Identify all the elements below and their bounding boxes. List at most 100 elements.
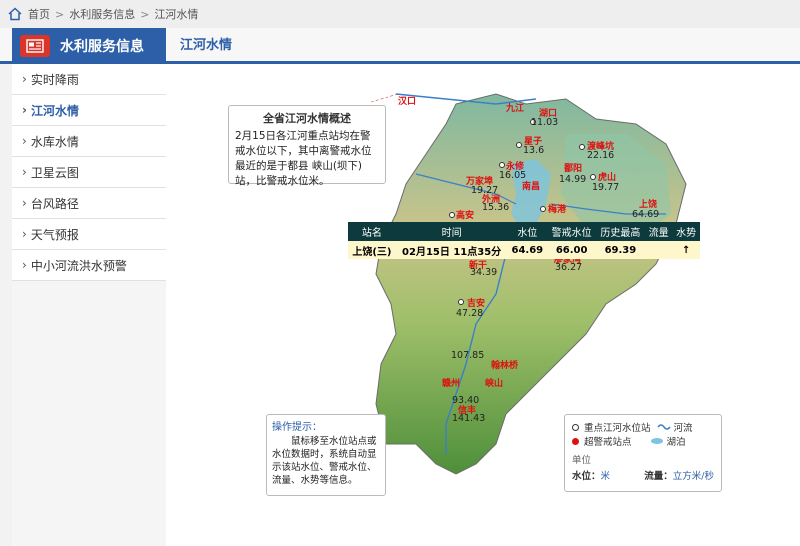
station-marker[interactable] — [579, 144, 585, 150]
map-label-ganzhou[interactable]: 赣州 — [442, 376, 460, 389]
map-panel: 汉口 九江 湖口 11.03 星子 13.6 渡峰坑 22.16 永修 16.0… — [166, 64, 800, 546]
sidebar-item-typhoon[interactable]: › 台风路径 — [12, 188, 166, 219]
legend-units: 水位：米 流量：立方米/秒 — [572, 468, 714, 482]
station-data-table: 站名 时间 水位 警戒水位 历史最高 流量 水势 上饶(三) 02月15日 11… — [348, 222, 700, 259]
sidebar-item-river-levels[interactable]: › 江河水情 — [12, 95, 166, 126]
chevron-right-icon: › — [22, 165, 27, 179]
map-label-hankou: 汉口 — [398, 97, 417, 107]
map-value-dushui[interactable]: 22.16 — [587, 150, 614, 161]
sidebar-item-satellite[interactable]: › 卫星云图 — [12, 157, 166, 188]
section-title: 水利服务信息 — [60, 39, 144, 55]
map-label-fenggang[interactable]: 翰林桥 — [491, 358, 518, 371]
table-row: 上饶(三) 02月15日 11点35分 64.69 66.00 69.39 ↑ — [348, 241, 700, 259]
summary-text: 2月15日各江河重点站均在警戒水位以下，其中离警戒水位最近的是于都县 峡山(坝下… — [235, 130, 372, 187]
page-title: 江河水情 — [180, 38, 233, 53]
station-marker[interactable] — [458, 299, 464, 305]
newspaper-icon — [20, 35, 50, 57]
legend-key-station: 重点江河水位站 — [584, 423, 651, 434]
breadcrumb-separator: > — [55, 7, 65, 21]
map-label-xiashan[interactable]: 峡山 — [485, 376, 503, 389]
breadcrumb-home-link[interactable]: 首页 — [28, 6, 50, 22]
legend-flow-unit: 流量：立方米/秒 — [644, 468, 714, 482]
river-icon — [656, 424, 671, 430]
home-icon[interactable] — [8, 7, 22, 21]
station-marker[interactable] — [540, 206, 546, 212]
legend-river: 河流 — [673, 423, 693, 434]
map-value-xiajiang[interactable]: 34.39 — [470, 267, 497, 278]
chevron-right-icon: › — [22, 72, 27, 86]
legend-alarm-station: 超警戒站点 — [584, 437, 632, 448]
map-label-nanchang[interactable]: 南昌 — [522, 179, 540, 192]
sidebar-item-label: 水库水情 — [30, 134, 79, 149]
legend-unit-title: 单位 — [572, 455, 592, 466]
sidebar-item-flood-warning[interactable]: › 中小河流洪水预警 — [12, 250, 166, 281]
sidebar-item-weather[interactable]: › 天气预报 — [12, 219, 166, 250]
legend-row: 超警戒站点 湖泊 — [572, 434, 714, 448]
map-label-meigang[interactable]: 梅港 — [548, 202, 566, 215]
province-boundary-line — [370, 93, 399, 103]
legend-flow-value: 立方米/秒 — [672, 471, 714, 482]
sidebar-item-label: 台风路径 — [30, 196, 79, 211]
table-header-cell: 水位 — [507, 222, 548, 241]
table-cell: 69.39 — [596, 241, 645, 259]
map-value-waizhou[interactable]: 15.36 — [482, 202, 509, 213]
map-label-gao-an[interactable]: 高安 — [456, 208, 474, 221]
summary-title: 全省江河水情概述 — [263, 112, 351, 125]
map-value-poyang[interactable]: 14.99 — [559, 174, 586, 185]
table-header-row: 站名 时间 水位 警戒水位 历史最高 流量 水势 — [348, 222, 700, 241]
section-header: 水利服务信息 江河水情 — [0, 28, 800, 64]
sidebar: › 实时降雨 › 江河水情 › 水库水情 › 卫星云图 › 台风路径 › 天气预报 › 中小河… — [12, 64, 166, 546]
table-cell: 66.00 — [547, 241, 597, 259]
legend-lake: 湖泊 — [666, 437, 686, 448]
sidebar-item-rainfall[interactable]: › 实时降雨 — [12, 64, 166, 95]
breadcrumb: 首页 > 水利服务信息 > 江河水情 — [0, 0, 800, 28]
sidebar-item-label: 江河水情 — [30, 103, 79, 118]
legend-level-value: 米 — [600, 471, 611, 482]
map-value-ji-an[interactable]: 47.28 — [456, 308, 483, 319]
operation-hint-panel: 操作提示： 鼠标移至水位站点或水位数据时，系统自动显示该站水位、警戒水位、流量、… — [266, 414, 386, 496]
map-legend: 重点江河水位站 河流 超警戒站点 湖泊 单位 水位：米 流量：立方米/秒 — [564, 414, 722, 492]
legend-level-label: 水位： — [572, 471, 601, 482]
map-value-xinfeng[interactable]: 141.43 — [452, 413, 485, 424]
chevron-right-icon: › — [22, 103, 27, 117]
hint-title: 操作提示： — [272, 422, 322, 433]
breadcrumb-separator: > — [140, 7, 150, 21]
chevron-right-icon: › — [22, 196, 27, 210]
map-value-lichuan[interactable]: 36.27 — [555, 262, 582, 273]
table-cell: 02月15日 11点35分 — [395, 241, 508, 259]
legend-row: 重点江河水位站 河流 — [572, 420, 714, 434]
table-cell: ↑ — [672, 241, 700, 259]
legend-level-unit: 水位：米 — [572, 468, 610, 482]
table-cell: 64.69 — [507, 241, 548, 259]
sidebar-item-reservoir[interactable]: › 水库水情 — [12, 126, 166, 157]
sidebar-item-label: 天气预报 — [30, 227, 79, 242]
map-value-hukou[interactable]: 11.03 — [531, 117, 558, 128]
sidebar-item-label: 中小河流洪水预警 — [30, 258, 127, 273]
chevron-right-icon: › — [22, 227, 27, 241]
station-marker[interactable] — [590, 174, 596, 180]
summary-panel: 全省江河水情概述 2月15日各江河重点站均在警戒水位以下，其中离警戒水位最近的是… — [228, 105, 386, 187]
map-value-hushan[interactable]: 19.77 — [592, 182, 619, 193]
table-cell — [644, 241, 673, 259]
alarm-dot-icon — [572, 437, 579, 445]
station-marker[interactable] — [499, 162, 505, 168]
hint-text: 鼠标移至水位站点或水位数据时，系统自动显示该站水位、警戒水位、流量、水势等信息。 — [272, 436, 377, 486]
map-value-ganzhou-upstream[interactable]: 107.85 — [451, 350, 484, 361]
table-header-cell: 时间 — [395, 222, 508, 241]
breadcrumb-section-link[interactable]: 水利服务信息 — [69, 6, 135, 22]
map-label-jiujiang[interactable]: 九江 — [506, 101, 524, 114]
station-dot-icon — [572, 423, 579, 431]
table-header-cell: 水势 — [672, 222, 700, 241]
table-cell: 上饶(三) — [348, 241, 396, 259]
chevron-right-icon: › — [22, 258, 27, 272]
map-value-xingzi[interactable]: 13.6 — [523, 145, 544, 156]
map-label-poyang[interactable]: 鄱阳 — [564, 161, 582, 174]
sidebar-item-label: 实时降雨 — [30, 72, 79, 87]
station-marker[interactable] — [516, 142, 522, 148]
sidebar-item-label: 卫星云图 — [30, 165, 79, 180]
map-value-shangrao[interactable]: 64.69 — [632, 209, 659, 220]
table-header-cell: 流量 — [644, 222, 673, 241]
station-marker[interactable] — [449, 212, 455, 218]
table-header-cell: 警戒水位 — [547, 222, 597, 241]
table-header-cell: 站名 — [348, 222, 396, 241]
